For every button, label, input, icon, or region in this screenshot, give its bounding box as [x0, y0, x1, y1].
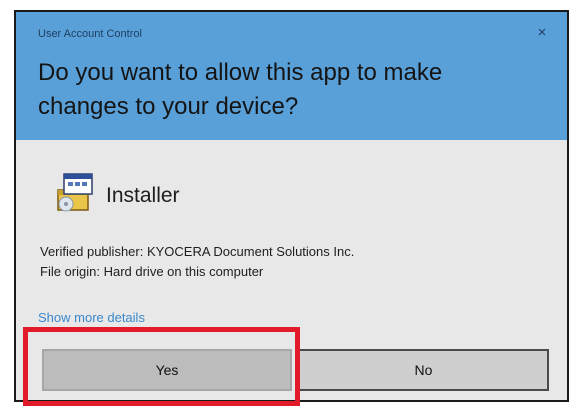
- show-more-details-link[interactable]: Show more details: [38, 310, 145, 325]
- app-name: Installer: [106, 184, 180, 207]
- uac-dialog: User Account Control × Do you want to al…: [14, 10, 569, 402]
- publisher-line: Verified publisher: KYOCERA Document Sol…: [40, 244, 355, 259]
- installer-icon: [52, 168, 100, 216]
- dialog-header: User Account Control × Do you want to al…: [16, 12, 567, 140]
- origin-line: File origin: Hard drive on this computer: [40, 264, 264, 279]
- close-icon[interactable]: ×: [531, 22, 553, 44]
- dialog-caption: User Account Control: [38, 28, 142, 40]
- yes-button[interactable]: Yes: [42, 349, 292, 391]
- no-button[interactable]: No: [298, 349, 549, 391]
- publisher-details: Verified publisher: KYOCERA Document Sol…: [40, 242, 354, 282]
- dialog-question: Do you want to allow this app to make ch…: [38, 59, 443, 120]
